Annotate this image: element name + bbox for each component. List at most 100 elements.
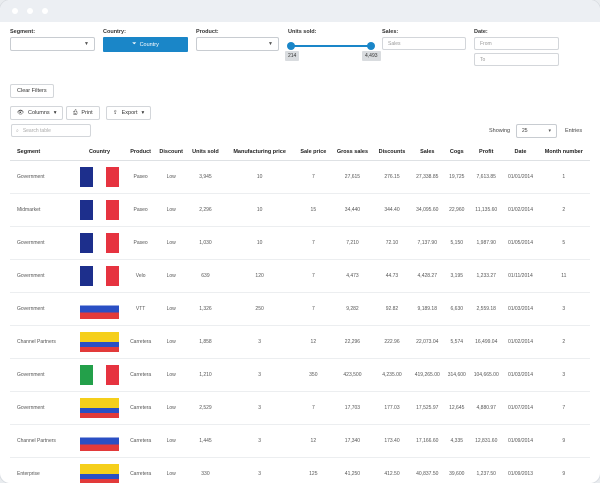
table-cell-flag — [72, 259, 127, 293]
sales-input[interactable]: Sales — [382, 37, 466, 50]
table-row[interactable]: Channel Partners Carretera Low 1,445 3 12 17,3… — [10, 424, 590, 458]
table-body: Government Paseo Low 3,945 10 7 27,615 276.15 27… — [10, 160, 590, 483]
column-header[interactable]: Date — [503, 144, 538, 161]
table-cell-price: 350 — [295, 358, 332, 392]
table-cell-segment: Government — [10, 391, 73, 425]
column-header[interactable]: Month number — [537, 144, 590, 161]
table-search-input[interactable]: ⌕ Search table — [11, 124, 91, 137]
column-header[interactable]: Segment — [10, 144, 73, 161]
table-cell-profit: 104,665.00 — [469, 358, 504, 392]
units-min-value: 214 — [285, 51, 300, 61]
table-cell-units: 1,210 — [187, 358, 224, 392]
product-select[interactable]: ▼ — [196, 37, 279, 51]
column-header[interactable]: Units sold — [187, 144, 224, 161]
table-cell-product: Carretera — [126, 457, 156, 483]
table-cell-month: 3 — [537, 292, 590, 326]
colombia-flag-icon — [80, 397, 119, 418]
table-cell-discounts: 173.40 — [373, 424, 411, 458]
table-cell-cogs: 314,600 — [444, 358, 470, 392]
france-flag-icon — [80, 265, 119, 286]
date-from-input[interactable]: From — [474, 37, 559, 50]
table-cell-gross: 423,500 — [331, 358, 374, 392]
table-cell-product: Velo — [126, 259, 156, 293]
table-cell-month: 1 — [537, 160, 590, 194]
clear-filters-button[interactable]: Clear Filters — [10, 84, 54, 98]
eye-icon: 👁 — [17, 110, 24, 116]
table-cell-sales: 4,428.27 — [410, 259, 445, 293]
table-cell-date: 01/02/2014 — [503, 325, 538, 359]
table-cell-flag — [72, 193, 127, 227]
table-row[interactable]: Government VTT Low 1,326 250 7 9,282 92.82 9,189… — [10, 292, 590, 326]
units-sold-label: Units sold: — [288, 29, 317, 35]
table-row[interactable]: Enterprise Carretera Low 330 3 125 41,250 412.5… — [10, 457, 590, 483]
table-row[interactable]: Government Paseo Low 1,030 10 7 7,210 72.10 7,13… — [10, 226, 590, 260]
window-dot-3[interactable] — [42, 8, 48, 14]
date-to-input[interactable]: To — [474, 53, 559, 66]
columns-button[interactable]: 👁 Columns ▾ — [10, 106, 64, 120]
table-cell-units: 1,858 — [187, 325, 224, 359]
table-cell-sales: 17,166.60 — [410, 424, 445, 458]
table-cell-discount: Low — [155, 226, 188, 260]
table-cell-gross: 7,210 — [331, 226, 374, 260]
table-cell-segment: Channel Partners — [10, 325, 73, 359]
table-cell-discount: Low — [155, 325, 188, 359]
table-cell-month: 5 — [537, 226, 590, 260]
table-cell-units: 2,529 — [187, 391, 224, 425]
table-cell-flag — [72, 457, 127, 483]
window-dot-1[interactable] — [12, 8, 18, 14]
table-cell-segment: Government — [10, 259, 73, 293]
table-cell-month: 9 — [537, 424, 590, 458]
column-header[interactable]: Sales — [410, 144, 445, 161]
column-header[interactable]: Sale price — [295, 144, 332, 161]
table-cell-month: 9 — [537, 457, 590, 483]
table-cell-cogs: 5,150 — [444, 226, 470, 260]
table-row[interactable]: Government Carretera Low 1,210 3 350 423,500 4,… — [10, 358, 590, 392]
window-dot-2[interactable] — [27, 8, 33, 14]
table-row[interactable]: Midmarket Paseo Low 2,296 10 15 34,440 344.40 34… — [10, 193, 590, 227]
column-header[interactable]: Product — [126, 144, 156, 161]
column-header[interactable]: Discount — [155, 144, 188, 161]
table-cell-profit: 16,499.04 — [469, 325, 504, 359]
sales-table: Segment Country Product Discount Units sold M… — [10, 144, 590, 483]
table-cell-profit: 1,237.50 — [469, 457, 504, 483]
country-filter-button[interactable]: ⏷ Country — [103, 37, 188, 52]
table-cell-discounts: 4,235.00 — [373, 358, 411, 392]
france-flag-icon — [80, 232, 119, 253]
units-slider-track[interactable] — [291, 45, 371, 47]
table-cell-price: 15 — [295, 193, 332, 227]
segment-select[interactable]: ▼ — [10, 37, 95, 51]
france-flag-icon — [80, 199, 119, 220]
table-row[interactable]: Government Paseo Low 3,945 10 7 27,615 276.15 27… — [10, 160, 590, 194]
table-cell-mfg: 3 — [223, 391, 296, 425]
caret-down-icon: ▾ — [141, 110, 145, 116]
table-cell-discounts: 344.40 — [373, 193, 411, 227]
table-row[interactable]: Channel Partners Carretera Low 1,858 3 12 22,2… — [10, 325, 590, 359]
table-cell-mfg: 3 — [223, 325, 296, 359]
export-button[interactable]: ⇪ Export ▾ — [106, 106, 152, 120]
column-header[interactable]: Discounts — [373, 144, 411, 161]
page-size-select[interactable]: 25 ▾ — [516, 124, 557, 138]
column-header[interactable]: Cogs — [444, 144, 470, 161]
table-cell-price: 7 — [295, 292, 332, 326]
units-slider-min-handle[interactable] — [287, 42, 295, 50]
column-header[interactable]: Profit — [469, 144, 504, 161]
print-button[interactable]: ⎙ Print — [66, 106, 100, 120]
table-cell-date: 01/07/2014 — [503, 391, 538, 425]
country-label: Country: — [103, 29, 126, 35]
table-cell-product: VTT — [126, 292, 156, 326]
column-header[interactable]: Gross sales — [331, 144, 374, 161]
table-header-row: Segment Country Product Discount Units sold M… — [10, 144, 590, 161]
table-cell-date: 01/03/2014 — [503, 292, 538, 326]
column-header[interactable]: Country — [72, 144, 127, 161]
table-row[interactable]: Government Carretera Low 2,529 3 7 17,703 177.0… — [10, 391, 590, 425]
table-cell-discount: Low — [155, 259, 188, 293]
units-slider-max-handle[interactable] — [367, 42, 375, 50]
table-cell-discounts: 177.03 — [373, 391, 411, 425]
table-cell-profit: 2,559.18 — [469, 292, 504, 326]
table-cell-segment: Government — [10, 226, 73, 260]
table-row[interactable]: Government Velo Low 639 120 7 4,473 44.73 4,428.… — [10, 259, 590, 293]
table-cell-price: 12 — [295, 424, 332, 458]
column-header[interactable]: Manufacturing price — [223, 144, 296, 161]
table-cell-sales: 7,137.90 — [410, 226, 445, 260]
table-cell-mfg: 10 — [223, 193, 296, 227]
